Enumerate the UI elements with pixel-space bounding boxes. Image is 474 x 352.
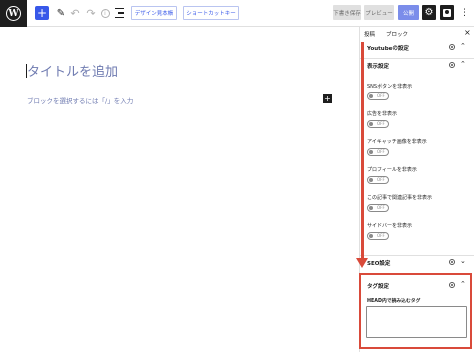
display-settings-panel[interactable]: 表示設定 ⌃ xyxy=(360,58,474,71)
chevron-up-icon: ⌃ xyxy=(460,60,466,68)
eyecatch-hide-toggle[interactable]: OFF xyxy=(367,148,389,156)
sns-hide-toggle[interactable]: OFF xyxy=(367,92,389,100)
block-editor: W + ✎ ↶ ↷ i デザイン見本帳 ショートカットキー 下書き保存 プレビュ… xyxy=(0,0,474,352)
panel-title: Youtubeの設定 xyxy=(367,46,409,52)
tab-post[interactable]: 投稿 xyxy=(364,30,375,38)
redo-icon[interactable]: ↷ xyxy=(85,5,97,21)
chevron-down-icon: ⌄ xyxy=(460,257,466,265)
sidebar-tabs: 投稿 ブロック × xyxy=(360,27,474,41)
shortcut-keys-button[interactable]: ショートカットキー xyxy=(183,6,239,20)
settings-gear-icon[interactable]: ⚙ xyxy=(422,5,436,20)
ads-hide-toggle[interactable]: OFF xyxy=(367,120,389,128)
youtube-settings-panel[interactable]: Youtubeの設定 ⌃ xyxy=(360,41,474,54)
block-placeholder[interactable]: ブロックを選択するには「/」を入力 xyxy=(27,95,133,105)
publish-button[interactable]: 公開 xyxy=(398,5,419,20)
editor-top-toolbar: W + ✎ ↶ ↷ i デザイン見本帳 ショートカットキー 下書き保存 プレビュ… xyxy=(0,0,474,27)
panel-title: 表示設定 xyxy=(367,64,390,70)
sidebar-hide-toggle[interactable]: OFF xyxy=(367,232,389,240)
info-icon[interactable]: i xyxy=(100,5,110,21)
tab-block[interactable]: ブロック xyxy=(386,30,408,38)
highlight-box xyxy=(359,273,472,349)
setting-label: プロフィールを非表示 xyxy=(367,167,417,173)
design-sample-button[interactable]: デザイン見本帳 xyxy=(131,6,177,20)
inline-add-block-button[interactable]: + xyxy=(323,94,332,103)
wordpress-icon: W xyxy=(6,6,21,21)
setting-label: SNSボタンを非表示 xyxy=(367,84,413,90)
profile-hide-toggle[interactable]: OFF xyxy=(367,176,389,184)
highlight-arrow-line xyxy=(361,42,364,260)
setting-label: サイドバーを非表示 xyxy=(367,223,413,229)
related-hide-toggle[interactable]: OFF xyxy=(367,204,389,212)
editor-canvas: タイトルを追加 ブロックを選択するには「/」を入力 + xyxy=(0,27,359,352)
panel-icon xyxy=(449,259,455,265)
panel-icon xyxy=(449,44,455,50)
undo-icon[interactable]: ↶ xyxy=(69,5,81,21)
add-block-button[interactable]: + xyxy=(35,6,49,20)
post-title-input[interactable]: タイトルを追加 xyxy=(27,61,118,80)
save-draft-button[interactable]: 下書き保存 xyxy=(333,5,361,20)
setting-label: アイキャッチ画像を非表示 xyxy=(367,139,427,145)
setting-label: 広告を非表示 xyxy=(367,111,398,117)
setting-label: この記事で関連記事を非表示 xyxy=(367,195,433,201)
close-icon[interactable]: × xyxy=(464,28,471,37)
list-view-icon[interactable] xyxy=(115,5,127,21)
plugin-panel-icon[interactable] xyxy=(440,5,454,20)
more-options-icon[interactable]: ⋮ xyxy=(460,6,469,20)
pencil-icon[interactable]: ✎ xyxy=(55,5,67,21)
wordpress-logo-button[interactable]: W xyxy=(0,0,27,27)
panel-icon xyxy=(449,62,455,68)
highlight-arrow-head xyxy=(356,258,368,268)
seo-settings-panel[interactable]: SEO設定 ⌄ xyxy=(360,255,474,268)
preview-button[interactable]: プレビュー xyxy=(364,5,394,20)
panel-title: SEO設定 xyxy=(367,261,391,267)
chevron-up-icon: ⌃ xyxy=(460,42,466,50)
